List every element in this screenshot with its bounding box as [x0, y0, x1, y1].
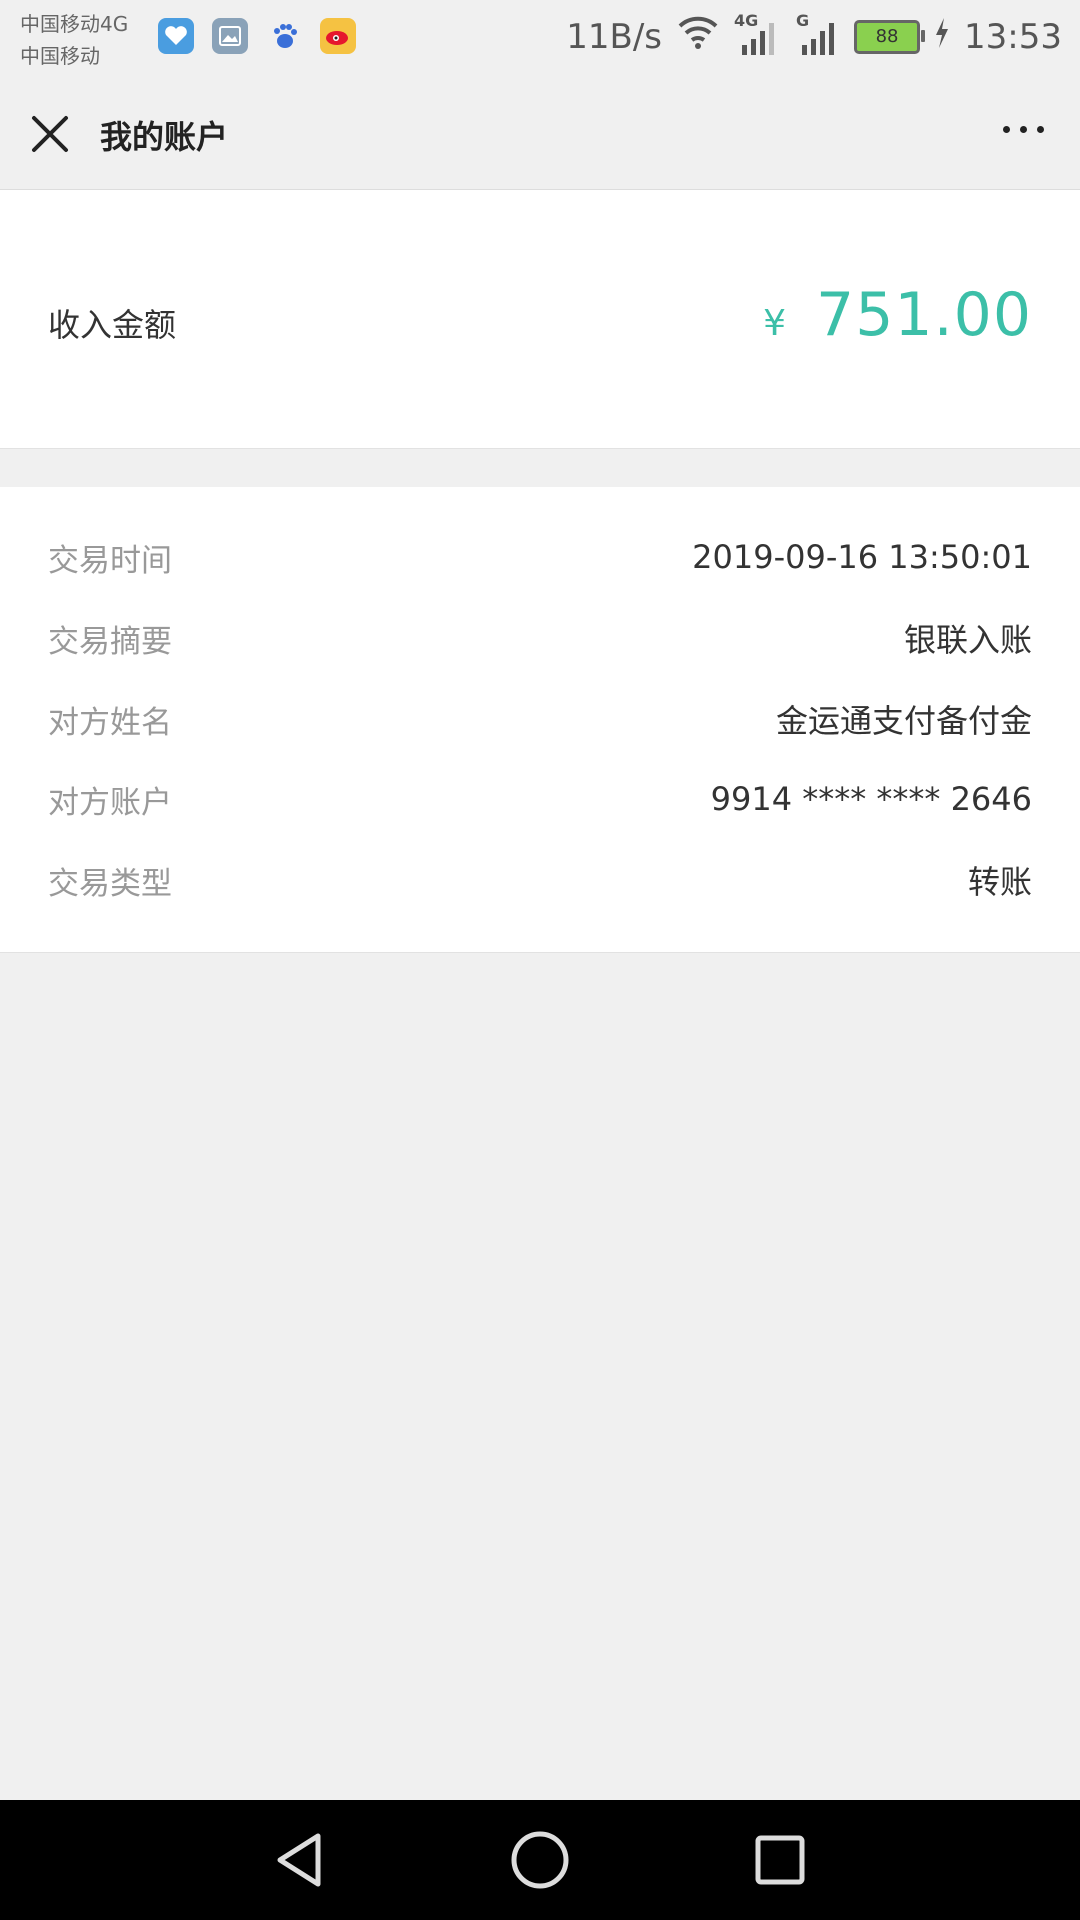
detail-label: 交易时间 — [48, 542, 172, 579]
title-bar: 我的账户 — [0, 76, 1080, 190]
navigation-bar — [0, 1800, 1080, 1920]
weibo-icon — [320, 18, 356, 54]
page-title: 我的账户 — [100, 118, 229, 156]
detail-row-summary: 交易摘要 银联入账 — [48, 613, 1032, 663]
recents-button[interactable] — [750, 1830, 810, 1890]
signal-g-icon: G — [794, 11, 840, 59]
amount-label: 收入金额 — [48, 306, 177, 344]
detail-value: 转账 — [967, 863, 1032, 901]
currency-symbol: ¥ — [763, 303, 787, 344]
amount-display: ¥ 751.00 — [763, 280, 1032, 350]
detail-label: 交易类型 — [48, 865, 172, 902]
detail-row-counterparty-name: 对方姓名 金运通支付备付金 — [48, 694, 1032, 744]
status-indicators: 11B/s 4G G 88 13:53 — [566, 11, 1062, 59]
detail-label: 交易摘要 — [48, 623, 172, 660]
detail-row-type: 交易类型 转账 — [48, 855, 1032, 905]
carrier-info: 中国移动4G 中国移动 — [20, 8, 128, 72]
close-icon — [32, 116, 68, 152]
baidu-icon — [266, 18, 302, 54]
carrier-primary: 中国移动4G — [20, 12, 129, 36]
charging-icon — [934, 17, 950, 57]
health-icon — [158, 18, 194, 54]
signal-4g-icon: 4G — [734, 11, 780, 59]
amount-card: 收入金额 ¥ 751.00 — [0, 190, 1080, 449]
detail-label: 对方姓名 — [48, 704, 172, 741]
close-button[interactable] — [26, 110, 74, 158]
more-icon — [1003, 126, 1010, 133]
gallery-icon — [212, 18, 248, 54]
detail-value: 金运通支付备付金 — [775, 702, 1032, 740]
detail-row-time: 交易时间 2019-09-16 13:50:01 — [48, 532, 1032, 582]
detail-value: 9914 **** **** 2646 — [710, 780, 1032, 818]
carrier-secondary: 中国移动 — [20, 44, 100, 68]
back-triangle-icon — [277, 1833, 321, 1887]
status-bar: 中国移动4G 中国移动 11B/s 4G G 88 13:53 — [0, 0, 1080, 76]
wifi-icon — [676, 14, 720, 59]
detail-label: 对方账户 — [48, 784, 172, 821]
notification-icons — [158, 18, 356, 54]
detail-row-counterparty-account: 对方账户 9914 **** **** 2646 — [48, 774, 1032, 824]
home-button[interactable] — [510, 1830, 570, 1890]
clock: 13:53 — [964, 16, 1062, 57]
back-button[interactable] — [270, 1830, 330, 1890]
recents-square-icon — [755, 1835, 805, 1885]
transaction-details: 交易时间 2019-09-16 13:50:01 交易摘要 银联入账 对方姓名 … — [0, 487, 1080, 953]
battery-icon: 88 — [854, 19, 926, 54]
home-circle-icon — [511, 1831, 569, 1889]
net-speed: 11B/s — [566, 16, 663, 57]
amount-value: 751.00 — [816, 280, 1032, 350]
more-options-button[interactable] — [1003, 126, 1044, 133]
detail-value: 银联入账 — [903, 621, 1032, 659]
detail-value: 2019-09-16 13:50:01 — [692, 538, 1032, 576]
